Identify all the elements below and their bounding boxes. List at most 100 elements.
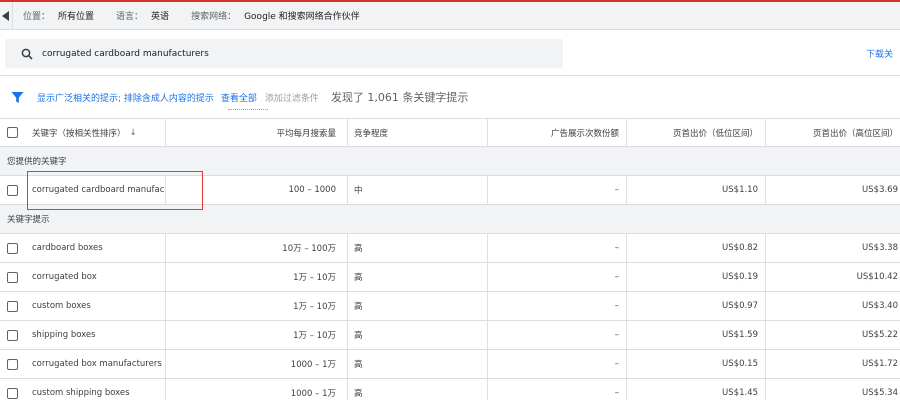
bid-high-cell: US$1.72: [862, 359, 898, 369]
table-row: shipping boxes 1万 – 10万 高 – US$1.59 US$5…: [0, 321, 900, 350]
column-header-keyword[interactable]: 关键字（按相关性排序） ↓: [32, 119, 164, 146]
keyword-cell[interactable]: corrugated cardboard manufac...: [32, 176, 164, 204]
bid-high-cell: US$5.22: [862, 330, 898, 340]
keyword-cell[interactable]: corrugated box manufacturers: [32, 350, 164, 378]
row-checkbox[interactable]: [7, 242, 18, 254]
impression-share-cell: –: [614, 272, 619, 282]
language-filter-value: 英语: [151, 12, 170, 22]
impression-share-cell: –: [614, 185, 619, 195]
avg-searches-cell: 1万 – 10万: [293, 302, 336, 312]
network-filter-label: 搜索网络：: [191, 12, 237, 22]
keyword-cell[interactable]: custom boxes: [32, 292, 164, 320]
show-all-link[interactable]: 查看全部: [221, 91, 257, 104]
bid-low-cell: US$0.15: [722, 359, 758, 369]
keyword-cell[interactable]: shipping boxes: [32, 321, 164, 349]
competition-cell: 高: [354, 302, 363, 312]
bid-high-cell: US$3.38: [862, 243, 898, 253]
select-all-checkbox[interactable]: [7, 127, 18, 138]
filter-row: 显示广泛相关的提示; 排除含成人内容的提示 查看全部 添加过滤条件 发现了 1,…: [0, 76, 900, 118]
bid-low-cell: US$0.19: [722, 272, 758, 282]
section-header-provided: 您提供的关键字: [0, 147, 900, 176]
download-link[interactable]: 下载关: [866, 47, 893, 60]
row-checkbox[interactable]: [7, 387, 18, 399]
bid-low-cell: US$0.82: [722, 243, 758, 253]
search-query-text: corrugated cardboard manufacturers: [42, 48, 209, 59]
filter-icon[interactable]: [11, 91, 24, 104]
bid-high-cell: US$3.40: [862, 301, 898, 311]
bid-high-cell: US$10.42: [856, 272, 898, 282]
impression-share-cell: –: [614, 330, 619, 340]
table-row: corrugated box manufacturers 1000 – 1万 高…: [0, 350, 900, 379]
location-filter[interactable]: 位置： 所有位置: [23, 9, 94, 22]
search-icon: [21, 48, 33, 60]
location-filter-label: 位置：: [23, 12, 51, 22]
bid-low-cell: US$1.59: [722, 330, 758, 340]
active-filter-chip[interactable]: 显示广泛相关的提示; 排除含成人内容的提示: [37, 91, 214, 104]
top-filter-bar: 位置： 所有位置 语言： 英语 搜索网络： Google 和搜索网络合作伙伴: [0, 0, 900, 30]
avg-searches-cell: 1万 – 10万: [293, 273, 336, 283]
bid-high-cell: US$3.69: [862, 185, 898, 195]
column-divider: [347, 119, 348, 146]
column-divider: [347, 176, 348, 204]
impression-share-cell: –: [614, 359, 619, 369]
column-header-keyword-label: 关键字（按相关性排序）: [32, 128, 126, 139]
impression-share-cell: –: [614, 301, 619, 311]
row-checkbox[interactable]: [7, 358, 18, 370]
table-header: 关键字（按相关性排序） ↓ 平均每月搜索量 竞争程度 广告展示次数份额 页首出价…: [0, 118, 900, 147]
column-header-bid-low[interactable]: 页首出价（低位区间）: [626, 119, 758, 146]
row-checkbox[interactable]: [7, 184, 18, 196]
avg-searches-cell: 10万 – 100万: [282, 244, 336, 254]
avg-searches-cell: 100 – 1000: [288, 185, 336, 195]
language-filter[interactable]: 语言： 英语: [116, 9, 169, 22]
avg-searches-cell: 1000 – 1万: [290, 389, 336, 399]
table-row: cardboard boxes 10万 – 100万 高 – US$0.82 U…: [0, 234, 900, 263]
location-filter-value: 所有位置: [58, 12, 95, 22]
language-filter-label: 语言：: [116, 12, 144, 22]
keyword-cell[interactable]: corrugated box: [32, 263, 164, 291]
competition-cell: 高: [354, 244, 363, 254]
competition-cell: 高: [354, 389, 363, 399]
keyword-cell[interactable]: cardboard boxes: [32, 234, 164, 262]
column-header-avg-searches[interactable]: 平均每月搜索量: [165, 119, 336, 146]
column-divider: [347, 321, 348, 349]
search-row: corrugated cardboard manufacturers 下载关: [0, 30, 900, 76]
row-checkbox[interactable]: [7, 329, 18, 341]
bid-low-cell: US$0.97: [722, 301, 758, 311]
row-checkbox[interactable]: [7, 271, 18, 283]
bid-high-cell: US$5.34: [862, 388, 898, 398]
collapse-arrow-icon[interactable]: [0, 1, 12, 31]
keyword-search-input[interactable]: corrugated cardboard manufacturers: [5, 39, 563, 68]
network-filter[interactable]: 搜索网络： Google 和搜索网络合作伙伴: [191, 9, 360, 22]
bid-low-cell: US$1.10: [722, 185, 758, 195]
section-title-ideas: 关键字提示: [7, 215, 50, 225]
result-count: 发现了 1,061 条关键字提示: [330, 91, 469, 104]
avg-searches-cell: 1万 – 10万: [293, 331, 336, 341]
add-filter-button[interactable]: 添加过滤条件: [265, 91, 319, 104]
table-row: corrugated box 1万 – 10万 高 – US$0.19 US$1…: [0, 263, 900, 292]
column-divider: [347, 234, 348, 262]
show-all-underline: [228, 109, 268, 110]
section-title-provided: 您提供的关键字: [7, 157, 67, 167]
keyword-cell[interactable]: custom shipping boxes: [32, 379, 164, 400]
competition-cell: 高: [354, 331, 363, 341]
sort-arrow-icon: ↓: [129, 127, 137, 138]
impression-share-cell: –: [614, 243, 619, 253]
column-header-impression-share[interactable]: 广告展示次数份额: [487, 119, 619, 146]
column-header-competition[interactable]: 竞争程度: [354, 119, 474, 146]
keyword-table: 关键字（按相关性排序） ↓ 平均每月搜索量 竞争程度 广告展示次数份额 页首出价…: [0, 118, 900, 400]
table-row: corrugated cardboard manufac... 100 – 10…: [0, 176, 900, 205]
column-divider: [347, 379, 348, 400]
competition-cell: 高: [354, 360, 363, 370]
row-checkbox[interactable]: [7, 300, 18, 312]
section-header-ideas: 关键字提示: [0, 205, 900, 234]
column-divider: [347, 350, 348, 378]
column-divider: [347, 263, 348, 291]
avg-searches-cell: 1000 – 1万: [290, 360, 336, 370]
table-row: custom boxes 1万 – 10万 高 – US$0.97 US$3.4…: [0, 292, 900, 321]
bid-low-cell: US$1.45: [722, 388, 758, 398]
network-filter-value: Google 和搜索网络合作伙伴: [244, 12, 360, 22]
table-row: custom shipping boxes 1000 – 1万 高 – US$1…: [0, 379, 900, 400]
competition-cell: 中: [354, 186, 363, 196]
column-header-bid-high[interactable]: 页首出价（高位区间）: [765, 119, 898, 146]
competition-cell: 高: [354, 273, 363, 283]
